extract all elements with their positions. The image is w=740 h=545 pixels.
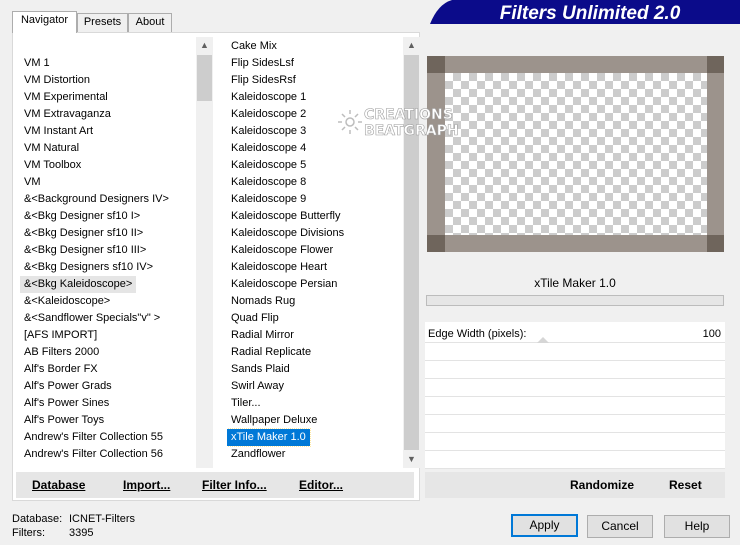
filter-list-item[interactable]: Kaleidoscope 4 (227, 140, 310, 157)
watermark-line-2: BEATGRAPH (364, 123, 459, 139)
filter-list-item[interactable]: Kaleidoscope Heart (227, 259, 331, 276)
category-list-item[interactable]: VM Instant Art (20, 123, 97, 140)
filter-title: xTile Maker 1.0 (425, 271, 725, 295)
param-row-empty (425, 416, 725, 433)
param-row-empty (425, 344, 725, 361)
category-list-item[interactable]: VM Distortion (20, 72, 94, 89)
filter-list-item[interactable]: Tiler... (227, 395, 265, 412)
filter-list-item[interactable]: Kaleidoscope 8 (227, 174, 310, 191)
category-scrollbar[interactable]: ▲ (196, 37, 213, 468)
category-list-item[interactable]: &<Bkg Designer sf10 I> (20, 208, 144, 225)
filter-list-item[interactable]: Flip SidesLsf (227, 55, 298, 72)
filter-list-item[interactable]: xTile Maker 1.0 (227, 428, 311, 447)
category-list-item[interactable]: VM Extravaganza (20, 106, 115, 123)
category-list-item[interactable]: Andrew's Filter Collection 55 (20, 429, 167, 446)
category-list[interactable]: VM 1 VM Distortion VM Experimental VM Extra… (20, 37, 196, 468)
filter-info-button[interactable]: Filter Info... (202, 478, 267, 492)
category-list-item[interactable]: Andrew's Filter Collection 56 (20, 446, 167, 463)
category-list-item[interactable]: AB Filters 2000 (20, 344, 103, 361)
status-filters-value: 3395 (69, 527, 94, 539)
tab-navigator[interactable]: Navigator (12, 11, 77, 33)
status-filters-label: Filters: (12, 527, 45, 539)
status-database-label: Database: (12, 513, 63, 525)
filter-list-item[interactable]: Kaleidoscope 2 (227, 106, 310, 123)
param-row-empty (425, 452, 725, 469)
filter-list[interactable]: Cake Mix Flip SidesLsf Flip SidesRsf Kaleid… (227, 37, 403, 468)
param-row-empty (425, 380, 725, 397)
param-row-empty (425, 434, 725, 451)
reset-button[interactable]: Reset (669, 478, 702, 492)
param-value: 100 (702, 328, 721, 340)
category-list-item[interactable]: Alf's Border FX (20, 361, 102, 378)
scroll-up-arrow-icon[interactable]: ▲ (403, 37, 420, 54)
tab-presets[interactable]: Presets (77, 13, 128, 32)
randomize-button[interactable]: Randomize (570, 478, 634, 492)
param-row-edge-width[interactable]: Edge Width (pixels): 100 (425, 326, 725, 343)
category-list-item[interactable]: VM Toolbox (20, 157, 85, 174)
navigator-action-bar: Database Import... Filter Info... Editor… (16, 472, 414, 498)
filter-list-item[interactable]: Radial Replicate (227, 344, 315, 361)
category-list-item[interactable]: [AFS IMPORT] (20, 327, 101, 344)
preview-image (445, 73, 707, 237)
scroll-down-arrow-icon[interactable]: ▼ (403, 451, 420, 468)
filter-list-item[interactable]: Swirl Away (227, 378, 288, 395)
filter-list-item[interactable]: Nomads Rug (227, 293, 299, 310)
database-button[interactable]: Database (32, 478, 85, 492)
category-list-item[interactable]: &<Bkg Designer sf10 II> (20, 225, 147, 242)
category-list-item[interactable]: Alf's Power Toys (20, 412, 108, 429)
tab-about[interactable]: About (128, 13, 172, 32)
filter-list-item[interactable]: Kaleidoscope 5 (227, 157, 310, 174)
param-label: Edge Width (pixels): (428, 328, 527, 340)
slider-thumb-icon[interactable] (537, 337, 549, 343)
filter-list-item[interactable]: Zandflower (227, 446, 289, 463)
category-list-item[interactable]: VM Experimental (20, 89, 112, 106)
watermark-logo: CREATIONS BEATGRAPH (338, 107, 459, 139)
parameter-area: Edge Width (pixels): 100 (425, 322, 725, 469)
param-row-empty (425, 398, 725, 415)
apply-button[interactable]: Apply (511, 514, 578, 537)
import-button[interactable]: Import... (123, 478, 170, 492)
filter-action-bar: Randomize Reset (425, 472, 725, 498)
filter-scrollbar[interactable]: ▲ ▼ (403, 37, 420, 468)
editor-button[interactable]: Editor... (299, 478, 343, 492)
filter-list-item[interactable]: Kaleidoscope 9 (227, 191, 310, 208)
category-list-item[interactable]: &<Background Designers IV> (20, 191, 173, 208)
progress-bar (426, 295, 724, 306)
help-button[interactable]: Help (664, 515, 730, 538)
category-list-item[interactable]: &<Bkg Designers sf10 IV> (20, 259, 157, 276)
filter-list-item[interactable]: Kaleidoscope Butterfly (227, 208, 344, 225)
filter-list-item[interactable]: Kaleidoscope 3 (227, 123, 310, 140)
filter-list-item[interactable]: Wallpaper Deluxe (227, 412, 321, 429)
app-title: Filters Unlimited 2.0 (500, 3, 681, 24)
watermark-line-1: CREATIONS (364, 107, 453, 123)
status-database: Database: ICNET-Filters (12, 513, 135, 525)
category-list-item[interactable]: VM Natural (20, 140, 83, 157)
category-scroll-thumb[interactable] (197, 55, 212, 101)
filter-list-item[interactable]: Kaleidoscope Flower (227, 242, 337, 259)
cancel-button[interactable]: Cancel (587, 515, 653, 538)
category-list-item[interactable]: VM (20, 174, 45, 191)
filter-list-item[interactable]: Flip SidesRsf (227, 72, 300, 89)
category-list-item[interactable]: &<Bkg Designer sf10 III> (20, 242, 150, 259)
category-list-item[interactable]: Alf's Power Grads (20, 378, 116, 395)
filter-list-item[interactable]: Kaleidoscope Persian (227, 276, 341, 293)
category-list-item[interactable]: VM 1 (20, 55, 54, 72)
param-row-empty (425, 362, 725, 379)
filter-list-item[interactable]: Kaleidoscope Divisions (227, 225, 348, 242)
filter-list-item[interactable]: Quad Flip (227, 310, 283, 327)
status-filters: Filters: 3395 (12, 527, 93, 539)
filter-list-item[interactable]: Cake Mix (227, 38, 281, 55)
filter-list-item[interactable]: Kaleidoscope 1 (227, 89, 310, 106)
filter-list-item[interactable]: Sands Plaid (227, 361, 294, 378)
category-list-item[interactable]: &<Sandflower Specials"v" > (20, 310, 164, 327)
status-database-value: ICNET-Filters (69, 513, 135, 525)
app-title-banner: Filters Unlimited 2.0 (430, 0, 740, 24)
scroll-up-arrow-icon[interactable]: ▲ (196, 37, 213, 54)
category-list-item[interactable]: Alf's Power Sines (20, 395, 113, 412)
category-list-item[interactable]: &<Kaleidoscope> (20, 293, 114, 310)
category-list-item[interactable]: &<Bkg Kaleidoscope> (20, 276, 137, 293)
filter-list-item[interactable]: Radial Mirror (227, 327, 298, 344)
